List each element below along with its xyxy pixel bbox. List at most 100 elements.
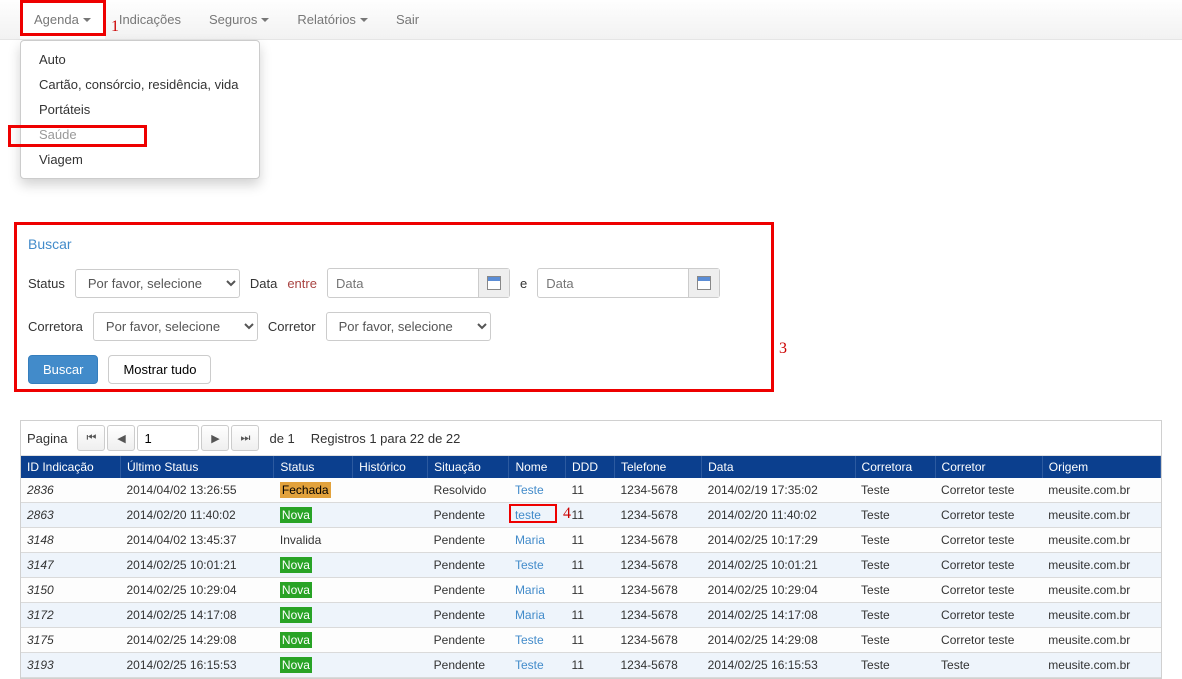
navbar: Agenda Indicações Seguros Relatórios Sai…: [0, 0, 1182, 40]
cell-historico: [353, 578, 428, 603]
status-label: Status: [28, 276, 65, 291]
nome-link[interactable]: Teste: [515, 633, 544, 647]
search-title: Buscar: [28, 236, 1158, 252]
date-to-input[interactable]: [538, 270, 688, 296]
date-from-group: [327, 268, 510, 298]
column-header[interactable]: Último Status: [121, 456, 274, 478]
cell-corretora: Teste: [855, 628, 935, 653]
column-header[interactable]: Telefone: [614, 456, 701, 478]
calendar-to-button[interactable]: [688, 269, 719, 297]
column-header[interactable]: Nome: [509, 456, 566, 478]
nome-link[interactable]: Maria: [515, 533, 545, 547]
status-badge: Nova: [280, 582, 312, 598]
pager-last-button[interactable]: ⏭: [231, 425, 259, 451]
column-header[interactable]: Status: [274, 456, 353, 478]
status-select[interactable]: Por favor, selecione: [75, 269, 240, 298]
pager-page-input[interactable]: [137, 425, 199, 451]
table-row[interactable]: 31932014/02/25 16:15:53NovaPendenteTeste…: [21, 653, 1161, 678]
table-row[interactable]: 28632014/02/20 11:40:02NovaPendenteteste…: [21, 503, 1161, 528]
cell-ultimo-status: 2014/04/02 13:45:37: [121, 528, 274, 553]
cell-nome: Teste: [509, 478, 566, 503]
column-header[interactable]: ID Indicação: [21, 456, 121, 478]
cell-origem: meusite.com.br: [1042, 478, 1160, 503]
cell-corretora: Teste: [855, 603, 935, 628]
nome-link[interactable]: Maria: [515, 583, 545, 597]
column-header[interactable]: Corretora: [855, 456, 935, 478]
cell-ddd: 11: [565, 578, 614, 603]
corretor-select[interactable]: Por favor, selecione: [326, 312, 491, 341]
cell-corretora: Teste: [855, 503, 935, 528]
cell-id: 3193: [21, 653, 121, 678]
nome-link[interactable]: Maria: [515, 608, 545, 622]
mostrar-tudo-button[interactable]: Mostrar tudo: [108, 355, 211, 384]
column-header[interactable]: Origem: [1042, 456, 1160, 478]
results-grid: Pagina ⏮ ◀ ▶ ⏭ de 1 Registros 1 para 22 …: [20, 420, 1162, 679]
nome-link[interactable]: Teste: [515, 658, 544, 672]
nome-link[interactable]: teste: [515, 508, 541, 522]
cell-data: 2014/02/25 14:17:08: [702, 603, 855, 628]
table-row[interactable]: 31722014/02/25 14:17:08NovaPendenteMaria…: [21, 603, 1161, 628]
dropdown-viagem[interactable]: Viagem: [21, 147, 259, 172]
cell-ddd: 11: [565, 478, 614, 503]
data-label: Data: [250, 276, 277, 291]
nav-sair[interactable]: Sair: [382, 0, 433, 39]
cell-situacao: Pendente: [428, 653, 509, 678]
status-badge: Nova: [280, 507, 312, 523]
cell-corretora: Teste: [855, 653, 935, 678]
column-header[interactable]: DDD: [565, 456, 614, 478]
dropdown-auto[interactable]: Auto: [21, 47, 259, 72]
cell-corretor: Corretor teste: [935, 628, 1042, 653]
nav-relatorios[interactable]: Relatórios: [283, 0, 382, 39]
cell-telefone: 1234-5678: [614, 503, 701, 528]
table-row[interactable]: 31482014/04/02 13:45:37InvalidaPendenteM…: [21, 528, 1161, 553]
cell-data: 2014/02/25 10:17:29: [702, 528, 855, 553]
cell-corretor: Corretor teste: [935, 578, 1042, 603]
date-from-input[interactable]: [328, 270, 478, 296]
calendar-from-button[interactable]: [478, 269, 509, 297]
nav-indicacoes-label: Indicações: [119, 12, 181, 27]
cell-ultimo-status: 2014/02/25 10:29:04: [121, 578, 274, 603]
caret-icon: [261, 18, 269, 22]
pager-next-button[interactable]: ▶: [201, 425, 229, 451]
search-panel: Buscar Status Por favor, selecione Data …: [20, 228, 1162, 408]
results-table: ID IndicaçãoÚltimo StatusStatusHistórico…: [21, 456, 1161, 678]
cell-historico: [353, 553, 428, 578]
cell-telefone: 1234-5678: [614, 478, 701, 503]
corretor-label: Corretor: [268, 319, 316, 334]
cell-ultimo-status: 2014/02/25 14:29:08: [121, 628, 274, 653]
dropdown-saude[interactable]: Saúde: [21, 122, 259, 147]
cell-nome: Teste: [509, 628, 566, 653]
cell-id: 3150: [21, 578, 121, 603]
cell-corretor: Teste: [935, 653, 1042, 678]
caret-icon: [83, 18, 91, 22]
cell-nome: Maria: [509, 528, 566, 553]
cell-origem: meusite.com.br: [1042, 603, 1160, 628]
table-row[interactable]: 31752014/02/25 14:29:08NovaPendenteTeste…: [21, 628, 1161, 653]
cell-origem: meusite.com.br: [1042, 578, 1160, 603]
cell-telefone: 1234-5678: [614, 653, 701, 678]
cell-origem: meusite.com.br: [1042, 553, 1160, 578]
nome-link[interactable]: Teste: [515, 558, 544, 572]
nav-agenda[interactable]: Agenda: [20, 0, 105, 39]
table-row[interactable]: 28362014/04/02 13:26:55FechadaResolvidoT…: [21, 478, 1161, 503]
nav-seguros[interactable]: Seguros: [195, 0, 283, 39]
cell-ddd: 11: [565, 628, 614, 653]
cell-nome: Teste: [509, 653, 566, 678]
annotation-number-4: 4: [563, 505, 571, 523]
column-header[interactable]: Corretor: [935, 456, 1042, 478]
column-header[interactable]: Histórico: [353, 456, 428, 478]
column-header[interactable]: Data: [702, 456, 855, 478]
pager-first-button[interactable]: ⏮: [77, 425, 105, 451]
dropdown-portateis[interactable]: Portáteis: [21, 97, 259, 122]
table-row[interactable]: 31472014/02/25 10:01:21NovaPendenteTeste…: [21, 553, 1161, 578]
nome-link[interactable]: Teste: [515, 483, 544, 497]
table-row[interactable]: 31502014/02/25 10:29:04NovaPendenteMaria…: [21, 578, 1161, 603]
buscar-button[interactable]: Buscar: [28, 355, 98, 384]
cell-historico: [353, 653, 428, 678]
cell-ultimo-status: 2014/02/25 10:01:21: [121, 553, 274, 578]
column-header[interactable]: Situação: [428, 456, 509, 478]
cell-status: Nova: [274, 553, 353, 578]
corretora-select[interactable]: Por favor, selecione: [93, 312, 258, 341]
pager-prev-button[interactable]: ◀: [107, 425, 135, 451]
dropdown-cartao[interactable]: Cartão, consórcio, residência, vida: [21, 72, 259, 97]
